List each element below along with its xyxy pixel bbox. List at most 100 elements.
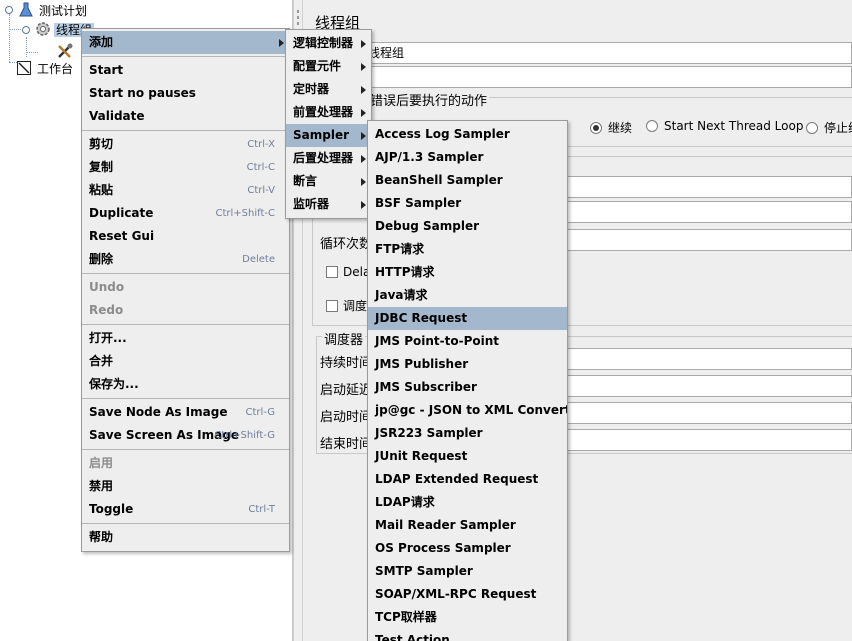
menu-item-label: 断言 [293,174,318,188]
context-menu-item-剪切[interactable]: 剪切 Ctrl-X [82,133,289,156]
context-menu-item-粘贴[interactable]: 粘贴 Ctrl-V [82,179,289,202]
add-menu-item-配置元件[interactable]: 配置元件 [286,55,371,78]
startup-delay-label: 启动延迟 [320,383,373,398]
menu-separator [82,324,289,325]
add-menu-item-监听器[interactable]: 监听器 [286,193,371,216]
menu-item-shortcut: Ctrl-X [247,139,275,150]
context-menu-item-reset-gui[interactable]: Reset Gui [82,225,289,248]
add-menu-item-sampler[interactable]: Sampler [286,124,371,147]
sampler-menu-item-jms-publisher[interactable]: JMS Publisher [368,353,567,376]
radio-selected-icon [590,122,602,134]
sampler-menu-item-bsf-sampler[interactable]: BSF Sampler [368,192,567,215]
add-menu-item-后置处理器[interactable]: 后置处理器 [286,147,371,170]
submenu-arrow-icon [361,86,366,94]
comments-field[interactable] [364,66,852,88]
sampler-menu-item-ldap请求[interactable]: LDAP请求 [368,491,567,514]
context-menu-item-帮助[interactable]: 帮助 [82,526,289,549]
context-menu-item-添加[interactable]: 添加 [82,31,289,54]
radio-start-next-loop[interactable]: Start Next Thread Loop [646,119,803,133]
context-menu-item-duplicate[interactable]: Duplicate Ctrl+Shift-C [82,202,289,225]
menu-item-label: jp@gc - JSON to XML Converter [375,403,568,417]
radio-stop-thread[interactable]: 停止线 [806,119,852,136]
sampler-menu-item-jp-gc-json-to-xml-converter[interactable]: jp@gc - JSON to XML Converter [368,399,567,422]
add-menu-item-断言[interactable]: 断言 [286,170,371,193]
menu-separator [82,130,289,131]
menu-item-label: Start [89,63,124,77]
menu-item-label: 删除 [89,252,114,266]
context-menu-item-validate[interactable]: Validate [82,105,289,128]
sampler-menu-item-java请求[interactable]: Java请求 [368,284,567,307]
menu-item-label: 复制 [89,160,114,174]
context-menu-item-save-screen-as-image[interactable]: Save Screen As Image Ctrl+Shift-G [82,424,289,447]
sampler-menu-item-smtp-sampler[interactable]: SMTP Sampler [368,560,567,583]
menu-item-label: Debug Sampler [375,219,480,233]
expand-toggle-icon[interactable] [22,26,30,34]
ramp-up-field[interactable] [564,201,852,223]
sampler-menu-item-access-log-sampler[interactable]: Access Log Sampler [368,123,567,146]
gear-icon [35,21,51,37]
radio-continue[interactable]: 继续 [590,119,632,136]
add-menu-item-逻辑控制器[interactable]: 逻辑控制器 [286,32,371,55]
context-menu-item-保存为[interactable]: 保存为... [82,373,289,396]
context-menu-item-打开[interactable]: 打开... [82,327,289,350]
menu-item-label: Redo [89,303,124,317]
duration-field[interactable] [564,348,852,370]
tree-node-test-plan[interactable]: 测试计划 [18,2,89,20]
sampler-menu-item-ftp请求[interactable]: FTP请求 [368,238,567,261]
sampler-menu-item-os-process-sampler[interactable]: OS Process Sampler [368,537,567,560]
scheduler-checkbox[interactable]: 调度 [326,297,367,314]
context-menu: 添加 Start Start no pauses Validate 剪切 Ctrl-X 复制… [81,28,290,552]
context-menu-item-禁用[interactable]: 禁用 [82,475,289,498]
context-menu-item-复制[interactable]: 复制 Ctrl-C [82,156,289,179]
sampler-menu-item-ajp-1-3-sampler[interactable]: AJP/1.3 Sampler [368,146,567,169]
menu-item-label: Java请求 [375,288,428,302]
context-menu-item-start[interactable]: Start [82,59,289,82]
sampler-menu-item-tcp取样器[interactable]: TCP取样器 [368,606,567,629]
sampler-menu-item-http请求[interactable]: HTTP请求 [368,261,567,284]
menu-item-label: 保存为... [89,377,139,391]
tools-icon [56,42,74,60]
context-menu-item-合并[interactable]: 合并 [82,350,289,373]
sampler-menu-item-mail-reader-sampler[interactable]: Mail Reader Sampler [368,514,567,537]
delay-thread-checkbox[interactable]: Dela [326,265,370,279]
sampler-menu-item-beanshell-sampler[interactable]: BeanShell Sampler [368,169,567,192]
add-menu-item-定时器[interactable]: 定时器 [286,78,371,101]
menu-item-label: Sampler [293,128,350,142]
context-menu-item-删除[interactable]: 删除 Delete [82,248,289,271]
context-menu-item-start-no-pauses[interactable]: Start no pauses [82,82,289,105]
sampler-menu-item-jms-subscriber[interactable]: JMS Subscriber [368,376,567,399]
name-field[interactable]: 线程组 [364,42,852,64]
thread-count-field[interactable] [564,176,852,198]
sampler-menu-item-soap-xml-rpc-request[interactable]: SOAP/XML-RPC Request [368,583,567,606]
context-menu-item-toggle[interactable]: Toggle Ctrl-T [82,498,289,521]
sampler-menu-item-test-action[interactable]: Test Action [368,629,567,641]
menu-item-label: Access Log Sampler [375,127,510,141]
start-time-label: 启动时间 [320,410,373,425]
checkbox-icon [326,266,338,278]
sampler-menu-item-jdbc-request[interactable]: JDBC Request [368,307,567,330]
loop-count-field[interactable] [564,229,852,251]
start-time-field[interactable] [564,402,852,424]
end-time-label: 结束时间 [320,437,373,452]
menu-item-label: 剪切 [89,137,114,151]
submenu-arrow-icon [361,178,366,186]
sampler-menu-item-ldap-extended-request[interactable]: LDAP Extended Request [368,468,567,491]
submenu-arrow-icon [361,132,366,140]
add-menu-item-前置处理器[interactable]: 前置处理器 [286,101,371,124]
expand-toggle-icon[interactable] [5,6,13,14]
menu-item-label: BeanShell Sampler [375,173,503,187]
sampler-menu-item-jms-point-to-point[interactable]: JMS Point-to-Point [368,330,567,353]
menu-separator [82,523,289,524]
tree-node-workbench[interactable]: 工作台 [16,60,75,78]
startup-delay-field[interactable] [564,375,852,397]
context-menu-item-save-node-as-image[interactable]: Save Node As Image Ctrl-G [82,401,289,424]
menu-item-label: 定时器 [293,82,330,96]
end-time-field[interactable] [564,429,852,451]
sampler-menu-item-debug-sampler[interactable]: Debug Sampler [368,215,567,238]
checkbox-icon [326,300,338,312]
sampler-menu-item-jsr223-sampler[interactable]: JSR223 Sampler [368,422,567,445]
menu-separator [82,56,289,57]
context-menu-item-undo: Undo [82,276,289,299]
sampler-menu-item-junit-request[interactable]: JUnit Request [368,445,567,468]
duration-label: 持续时间 [320,356,373,371]
